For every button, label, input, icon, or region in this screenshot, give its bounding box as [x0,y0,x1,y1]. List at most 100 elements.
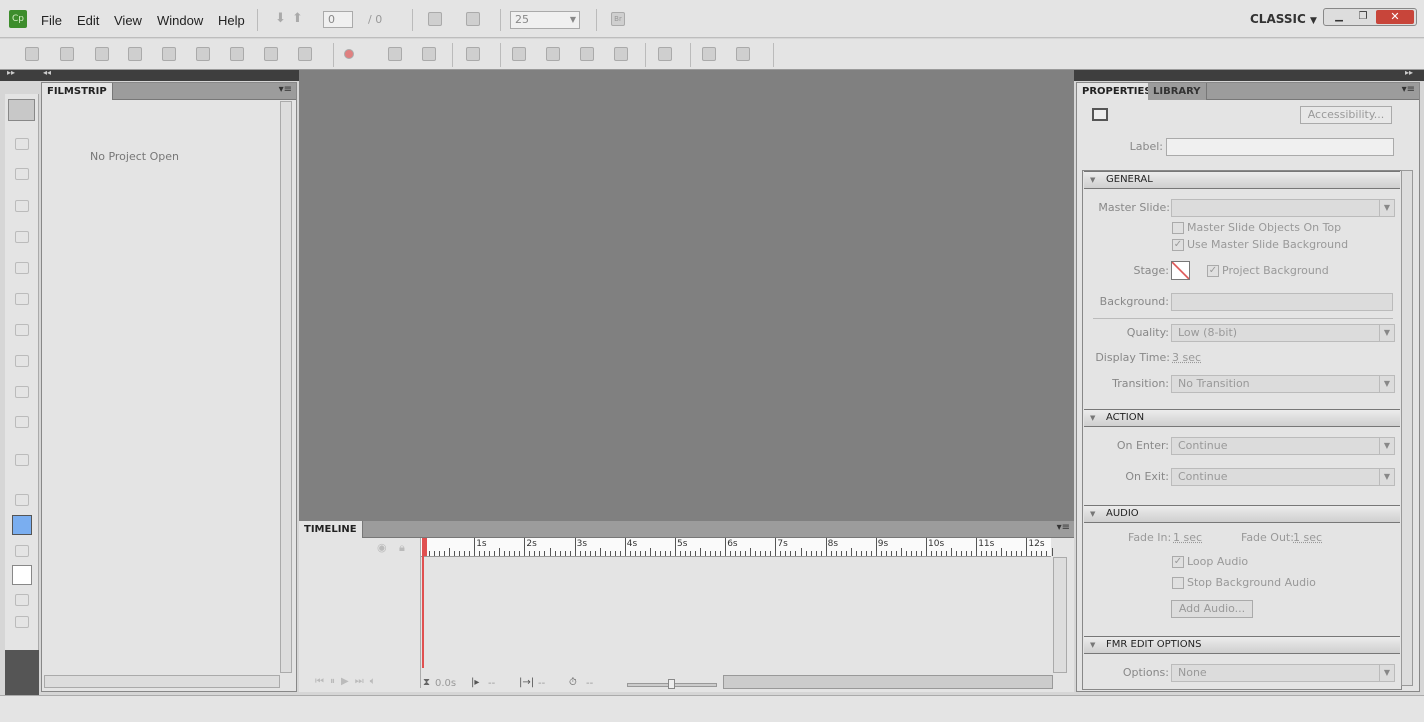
tab-timeline[interactable]: TIMELINE [299,521,363,538]
on-enter-select[interactable]: Continue [1171,437,1395,455]
fade-in-value[interactable]: 1 sec [1173,531,1202,544]
expand-icon[interactable]: ▸▸ [7,68,15,77]
timeline-vertical-scrollbar[interactable] [1053,557,1067,673]
minimize-button[interactable]: ▁ [1328,11,1350,23]
preview-icon[interactable] [428,12,442,26]
line-icon[interactable] [15,454,29,466]
master-slide-select[interactable] [1171,199,1395,217]
tab-properties[interactable]: PROPERTIES [1077,83,1158,100]
section-audio[interactable]: AUDIO [1084,505,1400,523]
loop-audio-checkbox[interactable]: ✓ [1172,556,1184,568]
undo-icon[interactable] [95,47,109,61]
previous-slide-icon[interactable]: ⬆ [292,11,303,26]
selection-tool-icon[interactable] [8,99,35,121]
save-icon[interactable] [60,47,74,61]
button-icon[interactable] [15,262,29,274]
workspace-switcher[interactable]: CLASSIC ▼ [1250,12,1317,26]
menu-help[interactable]: Help [218,13,245,28]
slide-number-input[interactable]: 0 [323,11,353,28]
filmstrip-vertical-scrollbar[interactable] [280,101,292,673]
text-entry-icon[interactable] [15,293,29,305]
accessibility-button[interactable]: Accessibility... [1300,106,1392,124]
next-slide-icon[interactable]: ⬇ [275,11,286,26]
paste-icon[interactable] [230,47,244,61]
record-icon[interactable] [344,49,354,59]
mouse-icon[interactable] [15,386,29,398]
open-icon[interactable] [25,47,39,61]
panel-menu-icon[interactable]: ▾≡ [1057,522,1070,533]
menu-window[interactable]: Window [157,13,203,28]
timeline-horizontal-scrollbar[interactable] [723,675,1053,689]
click-box-icon[interactable] [15,231,29,243]
send-to-back-icon[interactable] [614,47,628,61]
send-backward-icon[interactable] [546,47,560,61]
grid-icon[interactable] [702,47,716,61]
publish-icon[interactable] [466,12,480,26]
maximize-button[interactable]: ❐ [1352,11,1374,23]
copy-icon[interactable] [196,47,210,61]
bridge-icon[interactable]: Br [611,12,625,26]
options-select[interactable]: None [1171,664,1395,682]
highlight-box-icon[interactable] [15,200,29,212]
stage-color-swatch[interactable] [1171,261,1190,280]
use-master-bg-checkbox[interactable]: ✓ [1172,239,1184,251]
section-action[interactable]: ACTION [1084,409,1400,427]
cut-icon[interactable] [162,47,176,61]
section-fmr-edit-options[interactable]: FMR EDIT OPTIONS [1084,636,1400,654]
collapse-icon[interactable]: ◂◂ [43,68,51,77]
audio-icon[interactable] [388,47,402,61]
close-button[interactable]: ✕ [1376,10,1414,24]
rotate-icon[interactable] [15,616,29,628]
timeline-ruler[interactable]: 1s 2s 3s 4s 5s 6s 7s 8s 9s 10s 11s 12s [421,538,1053,557]
stage-canvas[interactable] [299,70,1074,521]
zoom-area-icon[interactable] [15,355,29,367]
timeline-zoom-slider[interactable] [627,679,717,689]
remove-audio-icon[interactable] [422,47,436,61]
master-objects-checkbox[interactable] [1172,222,1184,234]
bring-forward-icon[interactable] [512,47,526,61]
fade-out-value[interactable]: 1 sec [1293,531,1322,544]
rollover-caption-icon[interactable] [15,168,29,180]
add-audio-button[interactable]: Add Audio... [1171,600,1253,618]
playback-controls[interactable]: ⏮⏸▶⏭🔈︎ [315,676,382,687]
snap-grid-icon[interactable] [736,47,750,61]
paint-bucket-icon[interactable] [15,545,29,557]
fill-color-icon[interactable] [12,515,32,535]
pattern-icon[interactable] [12,565,32,585]
rollover-image-icon[interactable] [15,324,29,336]
playhead-handle[interactable] [422,538,427,556]
group-icon[interactable] [15,594,29,606]
eye-icon[interactable]: ◉ [377,541,387,554]
display-time-value[interactable]: 3 sec [1172,351,1201,364]
quality-select[interactable]: Low (8-bit) [1171,324,1395,342]
menu-view[interactable]: View [114,13,142,28]
tab-filmstrip[interactable]: FILMSTRIP [42,83,113,100]
redo-icon[interactable] [128,47,142,61]
project-bg-checkbox[interactable]: ✓ [1207,265,1219,277]
panel-menu-icon[interactable]: ▾≡ [1402,84,1415,95]
text-caption-icon[interactable] [15,138,29,150]
panel-menu-icon[interactable]: ▾≡ [279,84,292,95]
user-icon[interactable] [466,47,480,61]
menu-file[interactable]: File [41,13,62,28]
stop-bg-audio-checkbox[interactable] [1172,577,1184,589]
on-exit-select[interactable]: Continue [1171,468,1395,486]
label-input[interactable] [1166,138,1394,156]
menu-edit[interactable]: Edit [77,13,99,28]
filmstrip-horizontal-scrollbar[interactable] [44,675,280,688]
transition-select[interactable]: No Transition [1171,375,1395,393]
zoom-select[interactable]: 25 ▼ [510,11,580,29]
align-icon[interactable] [658,47,672,61]
section-general[interactable]: GENERAL [1084,171,1400,189]
collapse-right-icon[interactable]: ▸▸ [1405,68,1413,77]
lock-icon[interactable]: 🔒︎ [399,541,405,555]
tab-library[interactable]: LIBRARY [1148,83,1207,100]
properties-scrollbar[interactable] [1401,170,1413,686]
bring-to-front-icon[interactable] [580,47,594,61]
pencil-icon[interactable] [15,494,29,506]
background-field[interactable] [1171,293,1393,311]
text-animation-icon[interactable] [15,416,29,428]
duplicate-icon[interactable] [264,47,278,61]
playhead[interactable] [422,538,427,668]
delete-icon[interactable] [298,47,312,61]
